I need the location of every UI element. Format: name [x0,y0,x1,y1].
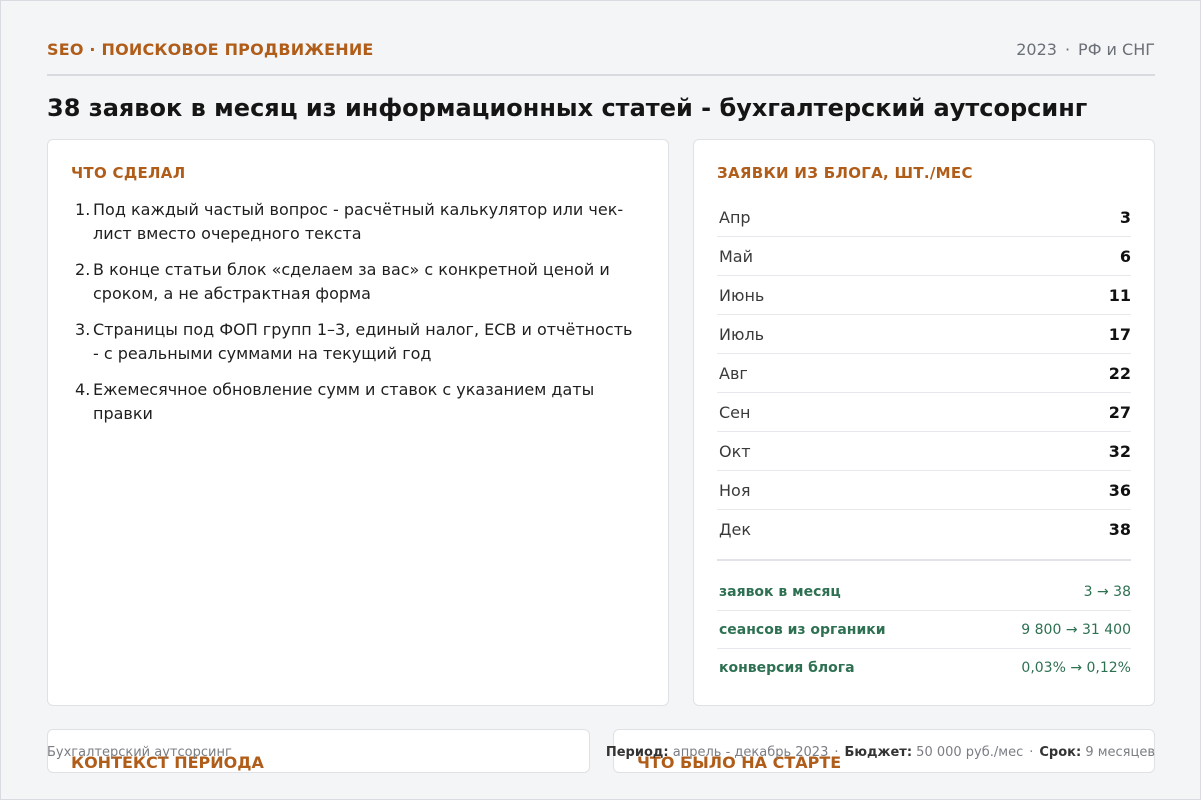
page-title: 38 заявок в месяц из информационных стат… [47,94,1088,122]
month-name: Окт [719,441,751,461]
done-list: Под каждый частый вопрос - расчётный кал… [71,198,641,438]
month-row: Сен 27 [717,393,1131,432]
month-row: Ноя 36 [717,471,1131,510]
month-value: 22 [1108,363,1131,383]
metric-name: сеансов из органики [719,621,886,638]
month-name: Июнь [719,285,765,305]
done-card: ЧТО СДЕЛАЛ Под каждый частый вопрос - ра… [47,139,669,706]
month-row: Июль 17 [717,315,1131,354]
metric-name: заявок в месяц [719,583,841,600]
month-row: Дек 38 [717,510,1131,549]
month-row: Май 6 [717,237,1131,276]
month-row: Авг 22 [717,354,1131,393]
month-name: Апр [719,207,751,227]
metric-value: 9 800 → 31 400 [1021,621,1131,638]
footer-details: Период: апрель - декабрь 2023 · Бюджет: 50… [606,745,1155,760]
month-row: Апр 3 [717,198,1131,237]
meta-separator: · [1064,40,1071,59]
footer-separator: · [834,745,839,760]
metric-name: конверсия блога [719,660,855,676]
month-row: Июнь 11 [717,276,1131,315]
month-name: Авг [719,363,748,383]
term-value: 9 месяцев [1085,745,1155,760]
footer-niche: Бухгалтерский аутсорсинг [47,745,232,760]
month-name: Май [719,246,754,266]
metric-value: 3 → 38 [1083,583,1131,600]
budget-label: Бюджет: [844,745,913,760]
metrics-divider [717,559,1131,561]
month-value: 36 [1108,480,1131,500]
period-label: Период: [605,745,669,760]
month-name: Июль [719,324,765,344]
metric-row: заявок в месяц 3 → 38 [717,573,1131,611]
done-list-item: Под каждый частый вопрос - расчётный кал… [75,198,624,243]
month-name: Ноя [719,480,751,500]
month-value: 3 [1119,207,1131,227]
region-label: РФ и СНГ [1078,40,1155,59]
month-value: 17 [1108,324,1131,344]
month-value: 32 [1108,441,1131,461]
done-card-label: ЧТО СДЕЛАЛ [71,164,186,182]
month-value: 38 [1108,520,1131,539]
month-value: 27 [1108,402,1131,422]
metric-row: конверсия блога 0,03% → 0,12% [717,649,1131,687]
done-list-item: Страницы под ФОП групп 1–3, единый налог… [75,318,633,363]
header-meta: 2023 · РФ и СНГ [1016,40,1155,59]
leads-card-label: ЗАЯВКИ ИЗ БЛОГА, ШТ./МЕС [717,164,973,182]
metric-value: 0,03% → 0,12% [1021,660,1131,676]
footer-separator: · [1029,745,1034,760]
category-eyebrow: SEO · ПОИСКОВОЕ ПРОДВИЖЕНИЕ [47,40,374,59]
done-list-item: Ежемесячное обновление сумм и ставок с у… [75,378,595,423]
month-value: 11 [1108,285,1131,305]
leads-card: ЗАЯВКИ ИЗ БЛОГА, ШТ./МЕС Апр 3 Май 6 Июн… [693,139,1155,706]
done-list-item: В конце статьи блок «сделаем за вас» с к… [75,258,610,303]
page-header: SEO · ПОИСКОВОЕ ПРОДВИЖЕНИЕ 2023 · РФ и СН… [47,40,1155,76]
metric-row: сеансов из органики 9 800 → 31 400 [717,611,1131,649]
term-label: Срок: [1039,745,1082,760]
month-name: Сен [719,402,751,422]
month-name: Дек [719,520,752,539]
budget-value: 50 000 руб./мес [916,745,1024,760]
month-value: 6 [1119,246,1131,266]
month-row: Окт 32 [717,432,1131,471]
metrics-table: заявок в месяц 3 → 38 сеансов из органик… [717,573,1131,687]
months-table: Апр 3 Май 6 Июнь 11 Июль 17 Авг 22 Сен 2… [717,198,1131,549]
year-label: 2023 [1016,40,1057,59]
period-value: апрель - декабрь 2023 [672,745,829,760]
